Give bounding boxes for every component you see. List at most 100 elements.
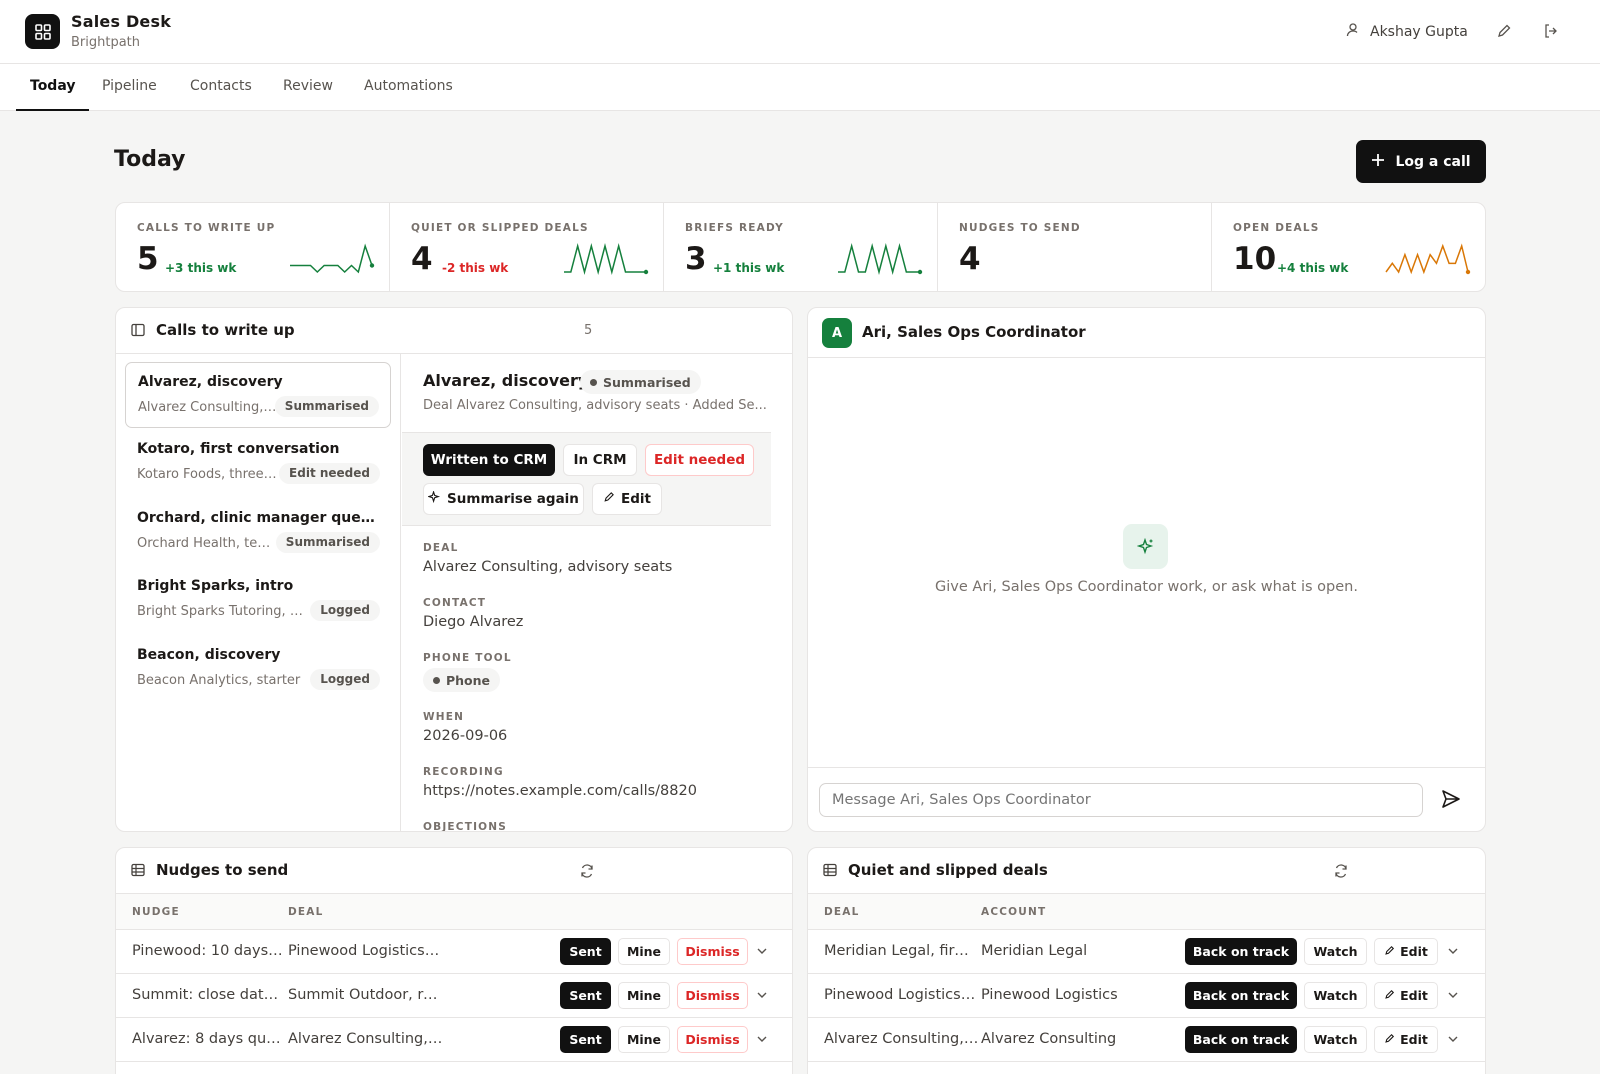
panel-title: Calls to write up bbox=[156, 321, 295, 339]
detail-subtitle: Deal Alvarez Consulting, advisory seats … bbox=[423, 398, 767, 413]
list-item[interactable]: Orchard, clinic manager questions Orchar… bbox=[125, 499, 391, 565]
tab-pipeline[interactable]: Pipeline bbox=[88, 64, 171, 111]
status-badge: Edit needed bbox=[279, 463, 380, 484]
panel-title: Nudges to send bbox=[156, 861, 289, 879]
edit-button[interactable]: Edit bbox=[1374, 938, 1438, 965]
sparkle-icon bbox=[1123, 524, 1168, 569]
back-on-track-button[interactable]: Back on track bbox=[1185, 982, 1297, 1009]
edit-button[interactable]: Edit bbox=[1374, 982, 1438, 1009]
account-cell: Alvarez Consulting bbox=[981, 1031, 1117, 1047]
list-item[interactable]: Alvarez, discovery Alvarez Consulting, a… bbox=[125, 362, 391, 428]
app-subtitle: Brightpath bbox=[71, 35, 141, 50]
edit-label: Edit bbox=[1400, 1032, 1428, 1047]
stat-calls[interactable]: CALLS TO WRITE UP 5 +3 this wk bbox=[116, 203, 390, 291]
stat-delta: +1 this wk bbox=[713, 261, 785, 275]
refresh-icon[interactable] bbox=[1333, 863, 1349, 883]
stat-label: BRIEFS READY bbox=[685, 222, 784, 234]
back-on-track-button[interactable]: Back on track bbox=[1185, 938, 1297, 965]
pencil-icon[interactable] bbox=[1494, 21, 1514, 41]
app-title: Sales Desk bbox=[71, 12, 172, 31]
stat-briefs[interactable]: BRIEFS READY 3 +1 this wk bbox=[664, 203, 938, 291]
top-bar: Sales Desk Brightpath Akshay Gupta bbox=[0, 0, 1600, 64]
watch-button[interactable]: Watch bbox=[1304, 982, 1367, 1009]
list-item[interactable]: Bright Sparks, intro Bright Sparks Tutor… bbox=[125, 567, 391, 633]
stat-open-deals[interactable]: OPEN DEALS 10 +4 this wk bbox=[1212, 203, 1485, 291]
detail-actions: Written to CRM In CRM Edit needed Summar… bbox=[402, 432, 771, 526]
sent-button[interactable]: Sent bbox=[560, 982, 611, 1009]
chevron-down-icon[interactable] bbox=[1447, 1033, 1459, 1049]
sparkline-end-dot bbox=[643, 269, 649, 275]
call-subtitle: Alvarez Consulting, advisory seats bbox=[138, 400, 278, 415]
phone-tool-value: Phone bbox=[446, 672, 491, 688]
list-item[interactable]: Beacon, discovery Beacon Analytics, star… bbox=[125, 636, 391, 702]
tab-today[interactable]: Today bbox=[16, 64, 90, 111]
in-crm-button[interactable]: In CRM bbox=[563, 444, 637, 476]
chevron-down-icon[interactable] bbox=[1447, 945, 1459, 961]
log-call-label: Log a call bbox=[1395, 153, 1471, 170]
dismiss-button[interactable]: Dismiss bbox=[677, 982, 748, 1009]
watch-button[interactable]: Watch bbox=[1304, 938, 1367, 965]
deal-value: Alvarez Consulting, advisory seats bbox=[423, 559, 673, 575]
log-call-button[interactable]: Log a call bbox=[1356, 140, 1486, 183]
stat-nudges[interactable]: NUDGES TO SEND 4 bbox=[938, 203, 1212, 291]
user-menu[interactable]: Akshay Gupta bbox=[1346, 22, 1468, 42]
refresh-icon[interactable] bbox=[579, 863, 595, 883]
watch-button[interactable]: Watch bbox=[1304, 1026, 1367, 1053]
sparkline-chart bbox=[290, 243, 375, 274]
tab-contacts[interactable]: Contacts bbox=[176, 64, 266, 111]
logout-icon[interactable] bbox=[1541, 21, 1561, 41]
field-label: RECORDING bbox=[423, 766, 504, 778]
nudge-cell: Summit: close date slipped bbox=[132, 987, 283, 1003]
status-badge: Logged bbox=[310, 600, 380, 621]
stat-label: QUIET OR SLIPPED DEALS bbox=[411, 222, 589, 234]
plus-icon bbox=[1371, 153, 1385, 171]
dismiss-button[interactable]: Dismiss bbox=[677, 1026, 748, 1053]
call-title: Alvarez, discovery bbox=[138, 374, 283, 390]
sparkline bbox=[1385, 243, 1469, 275]
list-item[interactable]: Kotaro, first conversation Kotaro Foods,… bbox=[125, 430, 391, 496]
mine-button[interactable]: Mine bbox=[618, 938, 670, 965]
message-input[interactable] bbox=[819, 783, 1423, 817]
call-subtitle: Bright Sparks Tutoring, pilot bbox=[137, 604, 305, 619]
edit-button[interactable]: Edit bbox=[592, 483, 662, 515]
pencil-icon bbox=[1384, 944, 1395, 959]
chevron-down-icon[interactable] bbox=[1447, 989, 1459, 1005]
sent-button[interactable]: Sent bbox=[560, 938, 611, 965]
status-dot-icon bbox=[433, 676, 440, 684]
dismiss-button[interactable]: Dismiss bbox=[677, 938, 748, 965]
tab-review[interactable]: Review bbox=[269, 64, 347, 111]
recording-link[interactable]: https://notes.example.com/calls/8820 bbox=[423, 783, 697, 799]
table-row: Pinewood Logistics, fleet Pinewood Logis… bbox=[808, 974, 1485, 1018]
calls-count: 5 bbox=[584, 323, 593, 338]
tab-automations[interactable]: Automations bbox=[350, 64, 467, 111]
chat-input-row bbox=[808, 767, 1485, 831]
stat-value: 3 bbox=[685, 241, 707, 277]
chat-empty-state: Give Ari, Sales Ops Coordinator work, or… bbox=[935, 579, 1358, 595]
nudge-cell: Pinewood: 10 days quiet bbox=[132, 943, 283, 959]
chevron-down-icon[interactable] bbox=[756, 989, 768, 1005]
back-on-track-button[interactable]: Back on track bbox=[1185, 1026, 1297, 1053]
sparkle-icon bbox=[427, 489, 441, 508]
chat-title: Ari, Sales Ops Coordinator bbox=[862, 323, 1086, 341]
send-icon[interactable] bbox=[1441, 789, 1461, 813]
summarise-again-button[interactable]: Summarise again bbox=[423, 483, 584, 515]
stat-value: 4 bbox=[411, 241, 433, 277]
edit-button[interactable]: Edit bbox=[1374, 1026, 1438, 1053]
written-to-crm-button[interactable]: Written to CRM bbox=[423, 444, 555, 476]
table-row: Meridian Legal, firm-wide Meridian Legal… bbox=[808, 930, 1485, 974]
sent-button[interactable]: Sent bbox=[560, 1026, 611, 1053]
mine-button[interactable]: Mine bbox=[618, 1026, 670, 1053]
call-detail: Alvarez, discovery Summarised Deal Alvar… bbox=[402, 354, 792, 831]
status-badge: Logged bbox=[310, 669, 380, 690]
status-badge: Summarised bbox=[580, 370, 701, 394]
status-label: Summarised bbox=[603, 374, 691, 390]
field-label: DEAL bbox=[423, 542, 459, 554]
mine-button[interactable]: Mine bbox=[618, 982, 670, 1009]
quiet-deals-panel: Quiet and slipped deals DEAL ACCOUNT Mer… bbox=[807, 847, 1486, 1074]
stat-quiet[interactable]: QUIET OR SLIPPED DEALS 4 -2 this wk bbox=[390, 203, 664, 291]
status-badge: Summarised bbox=[275, 532, 380, 553]
edit-needed-button[interactable]: Edit needed bbox=[645, 444, 754, 476]
chevron-down-icon[interactable] bbox=[756, 945, 768, 961]
chevron-down-icon[interactable] bbox=[756, 1033, 768, 1049]
app-logo-icon[interactable] bbox=[25, 14, 60, 49]
